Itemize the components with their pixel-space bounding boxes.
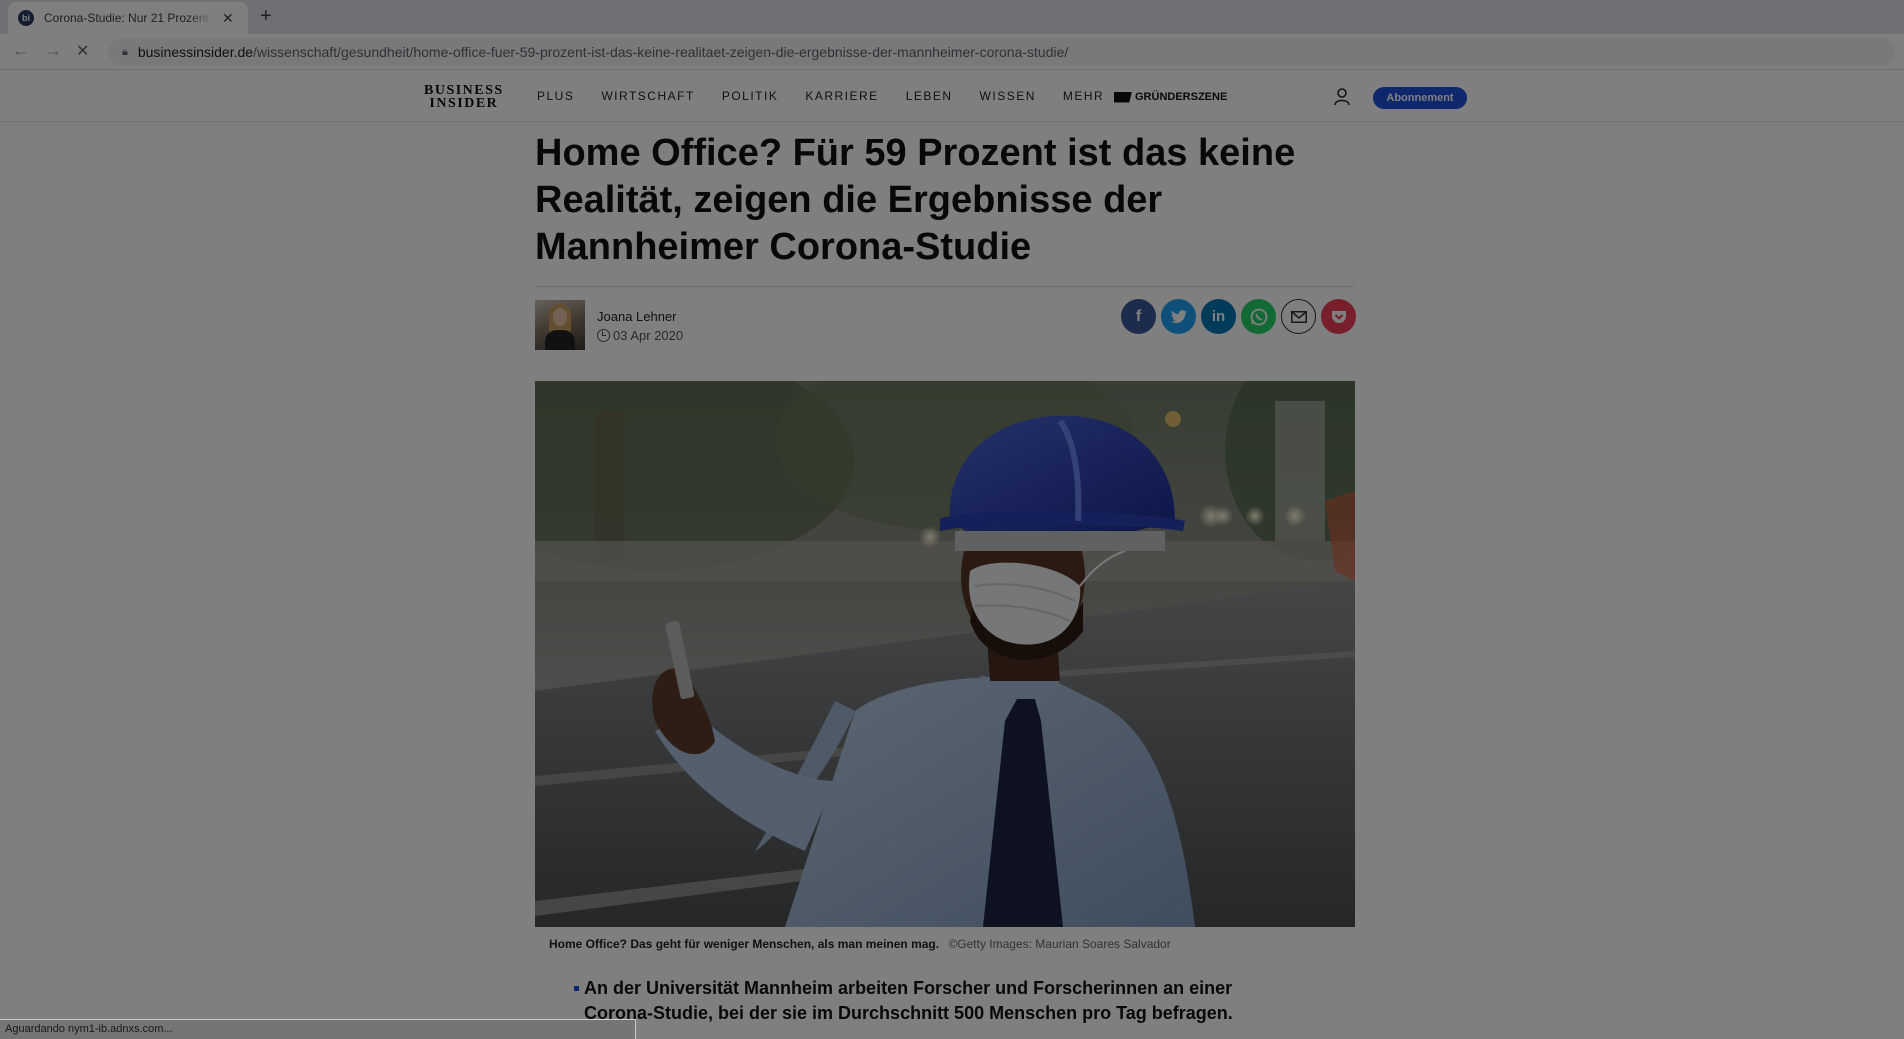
dimming-overlay[interactable] (0, 0, 1904, 1039)
status-bar-shade (0, 1020, 635, 1039)
browser-status-bar: Aguardando nym1-ib.adnxs.com... (0, 1019, 636, 1039)
